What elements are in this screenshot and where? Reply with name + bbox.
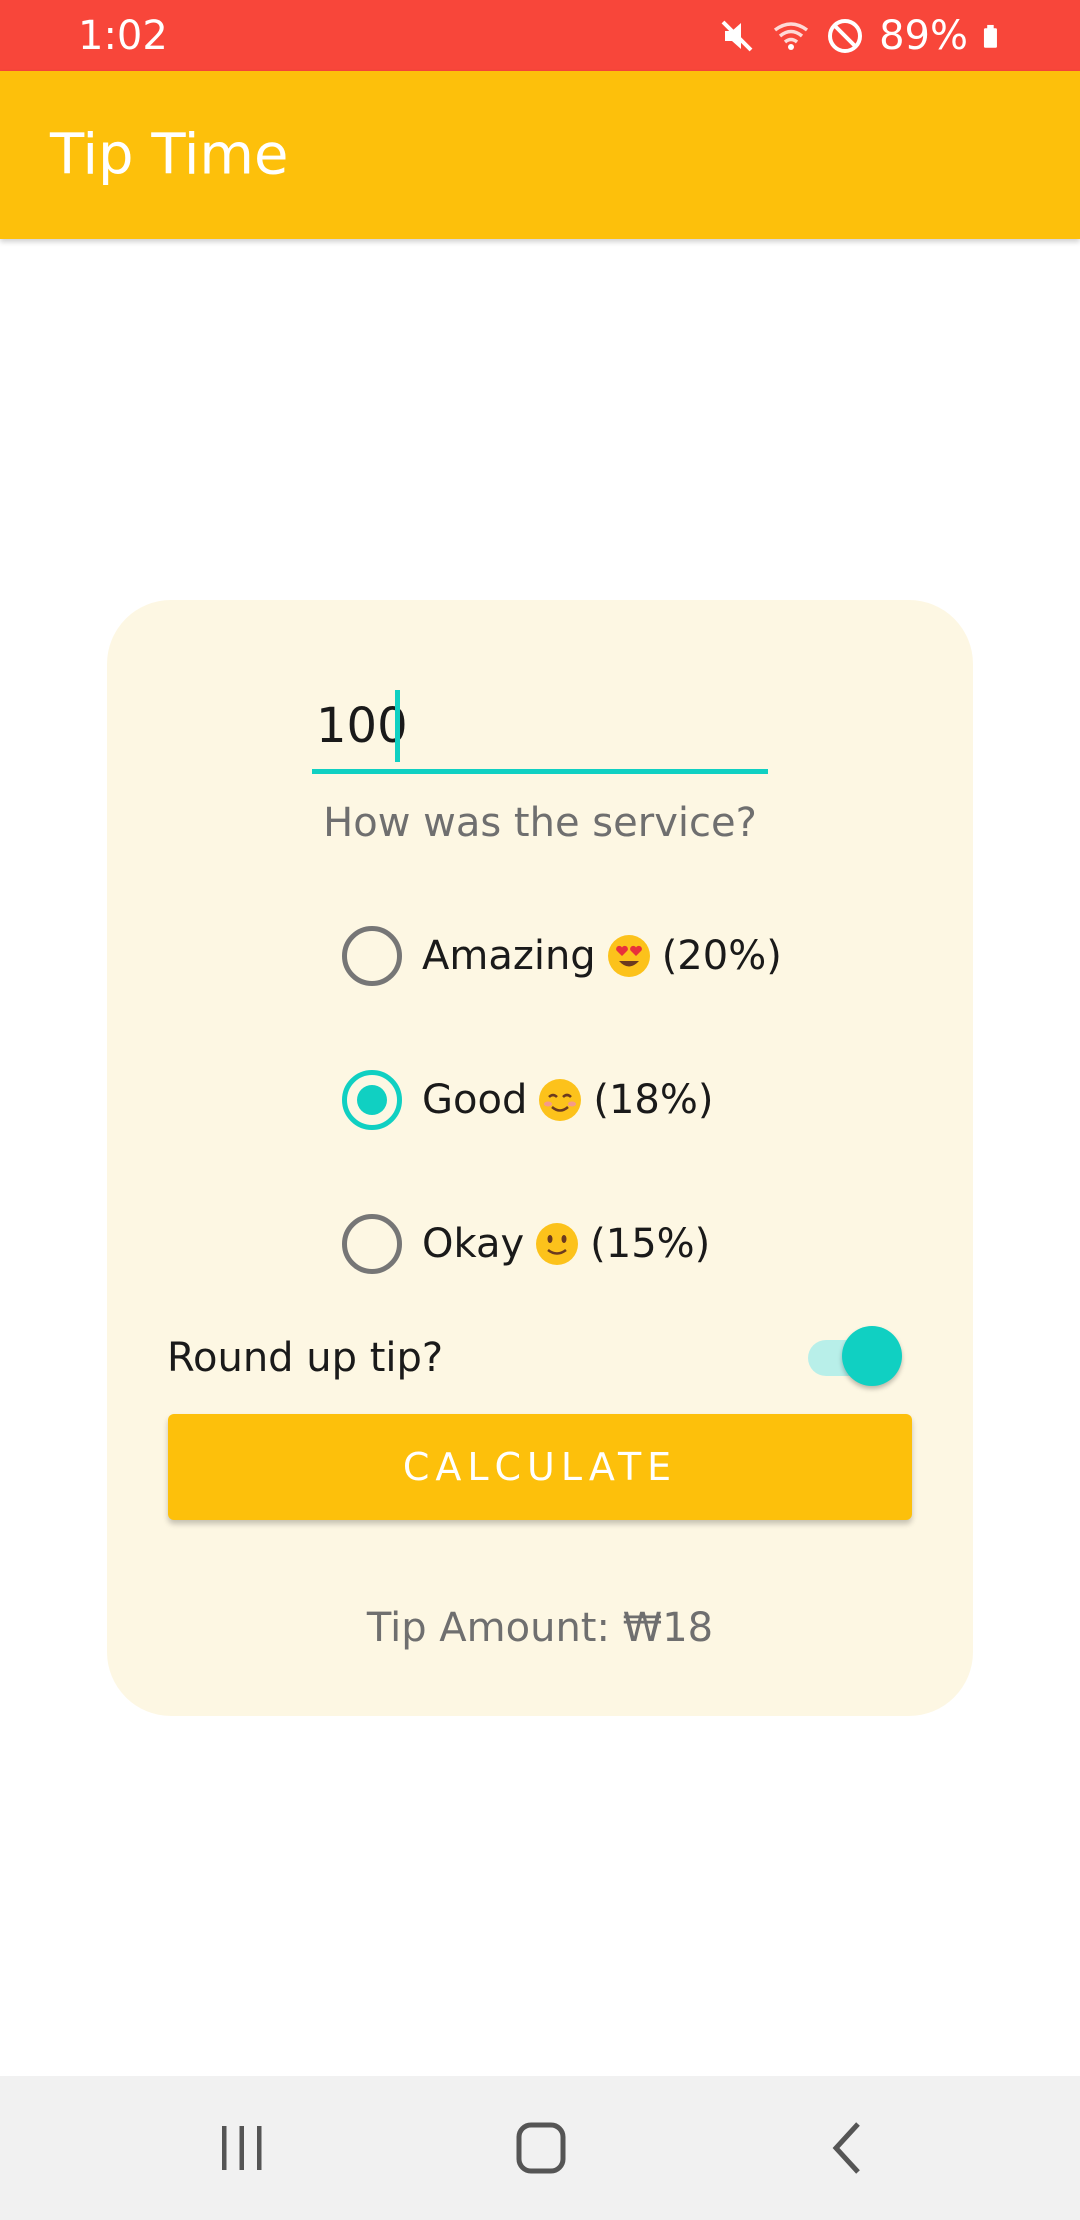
wifi-icon: [774, 22, 809, 50]
option-amazing-text: Amazing: [422, 933, 596, 979]
recent-apps-icon[interactable]: [202, 2118, 282, 2178]
option-amazing[interactable]: Amazing (20%): [342, 924, 782, 988]
radio-amazing[interactable]: [342, 926, 402, 986]
heart-eyes-emoji-icon: [607, 935, 650, 977]
app-bar: Tip Time: [0, 71, 1080, 239]
calculate-button[interactable]: CALCULATE: [168, 1414, 912, 1520]
battery-percent: 89%: [879, 13, 968, 59]
option-good-percent: (18%): [593, 1077, 714, 1123]
app-title: Tip Time: [50, 122, 289, 188]
radio-okay[interactable]: [342, 1214, 402, 1274]
smiling-blush-emoji-icon: [539, 1079, 582, 1121]
home-icon[interactable]: [500, 2118, 580, 2178]
slight-smile-emoji-icon: [536, 1223, 579, 1265]
tip-amount-result: Tip Amount: ₩18: [366, 1605, 714, 1651]
option-okay[interactable]: Okay (15%): [342, 1212, 710, 1276]
option-good-label: Good (18%): [422, 1077, 713, 1123]
status-time: 1:02: [78, 13, 168, 59]
status-icons: 89%: [717, 12, 1008, 60]
system-nav-bar: [0, 2076, 1080, 2220]
round-up-label: Round up tip?: [167, 1335, 444, 1381]
option-good[interactable]: Good (18%): [342, 1068, 713, 1132]
option-amazing-percent: (20%): [661, 933, 782, 979]
back-icon[interactable]: [806, 2118, 886, 2178]
option-good-text: Good: [422, 1077, 528, 1123]
cost-of-service-input[interactable]: [312, 682, 768, 774]
radio-good[interactable]: [342, 1070, 402, 1130]
text-cursor: [395, 690, 400, 762]
option-okay-label: Okay (15%): [422, 1221, 710, 1267]
status-bar: 1:02 89%: [0, 0, 1080, 71]
round-up-switch[interactable]: [804, 1326, 904, 1386]
battery-icon: [983, 24, 997, 48]
mute-icon: [721, 20, 753, 52]
option-okay-text: Okay: [422, 1221, 525, 1267]
service-question: How was the service?: [323, 800, 757, 846]
option-amazing-label: Amazing (20%): [422, 933, 782, 979]
do-not-disturb-icon: [828, 19, 863, 53]
switch-thumb: [842, 1326, 902, 1386]
option-okay-percent: (15%): [590, 1221, 711, 1267]
